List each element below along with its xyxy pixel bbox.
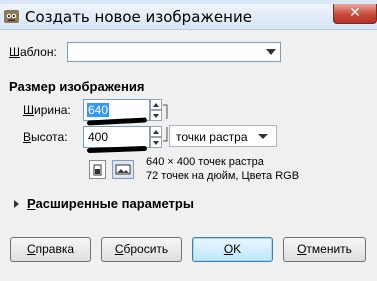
- help-button[interactable]: Справка: [10, 237, 91, 262]
- width-increment-button[interactable]: [150, 99, 162, 110]
- template-label: Шаблон:: [9, 45, 57, 59]
- width-decrement-button[interactable]: [150, 110, 162, 121]
- height-label: Высота:: [23, 130, 68, 144]
- height-increment-button[interactable]: [150, 126, 162, 137]
- size-info-line2: 72 точек на дюйм, Цвета RGB: [146, 170, 300, 182]
- close-button[interactable]: ✕: [333, 4, 377, 24]
- spin-up-icon: [153, 130, 159, 134]
- height-input[interactable]: 400: [83, 126, 150, 148]
- width-label: Ширина:: [23, 103, 71, 117]
- height-spin-buttons[interactable]: [150, 126, 162, 148]
- chevron-down-icon: [266, 49, 276, 55]
- portrait-icon: [93, 164, 102, 176]
- units-value: точки растра: [176, 130, 248, 144]
- template-combo[interactable]: [67, 42, 281, 62]
- spin-up-icon: [153, 103, 159, 107]
- width-spin-buttons[interactable]: [150, 99, 162, 121]
- cancel-button[interactable]: Отменить: [283, 237, 366, 262]
- units-combo[interactable]: точки растра: [169, 125, 277, 147]
- gimp-app-icon: [4, 10, 19, 23]
- height-decrement-button[interactable]: [150, 137, 162, 148]
- portrait-button[interactable]: [89, 160, 106, 179]
- spin-down-icon: [153, 141, 159, 145]
- window-title: Создать новое изображение: [25, 8, 252, 26]
- size-info-line1: 640 × 400 точек растра: [146, 156, 264, 168]
- close-icon: ✕: [349, 5, 361, 21]
- width-value: 640: [87, 103, 110, 117]
- expander-arrow-icon[interactable]: [14, 200, 19, 208]
- advanced-options-expander[interactable]: Расширенные параметры: [27, 196, 194, 211]
- title-bar: Создать новое изображение ✕: [0, 4, 377, 30]
- ink-scribble: [86, 145, 148, 154]
- height-value: 400: [88, 130, 109, 144]
- image-size-heading: Размер изображения: [9, 79, 145, 94]
- reset-button[interactable]: Сбросить: [101, 237, 182, 262]
- ok-button[interactable]: ОK: [192, 237, 273, 262]
- landscape-button[interactable]: [112, 160, 134, 179]
- chevron-down-icon: [258, 134, 268, 139]
- landscape-icon: [115, 164, 131, 175]
- spin-down-icon: [153, 114, 159, 118]
